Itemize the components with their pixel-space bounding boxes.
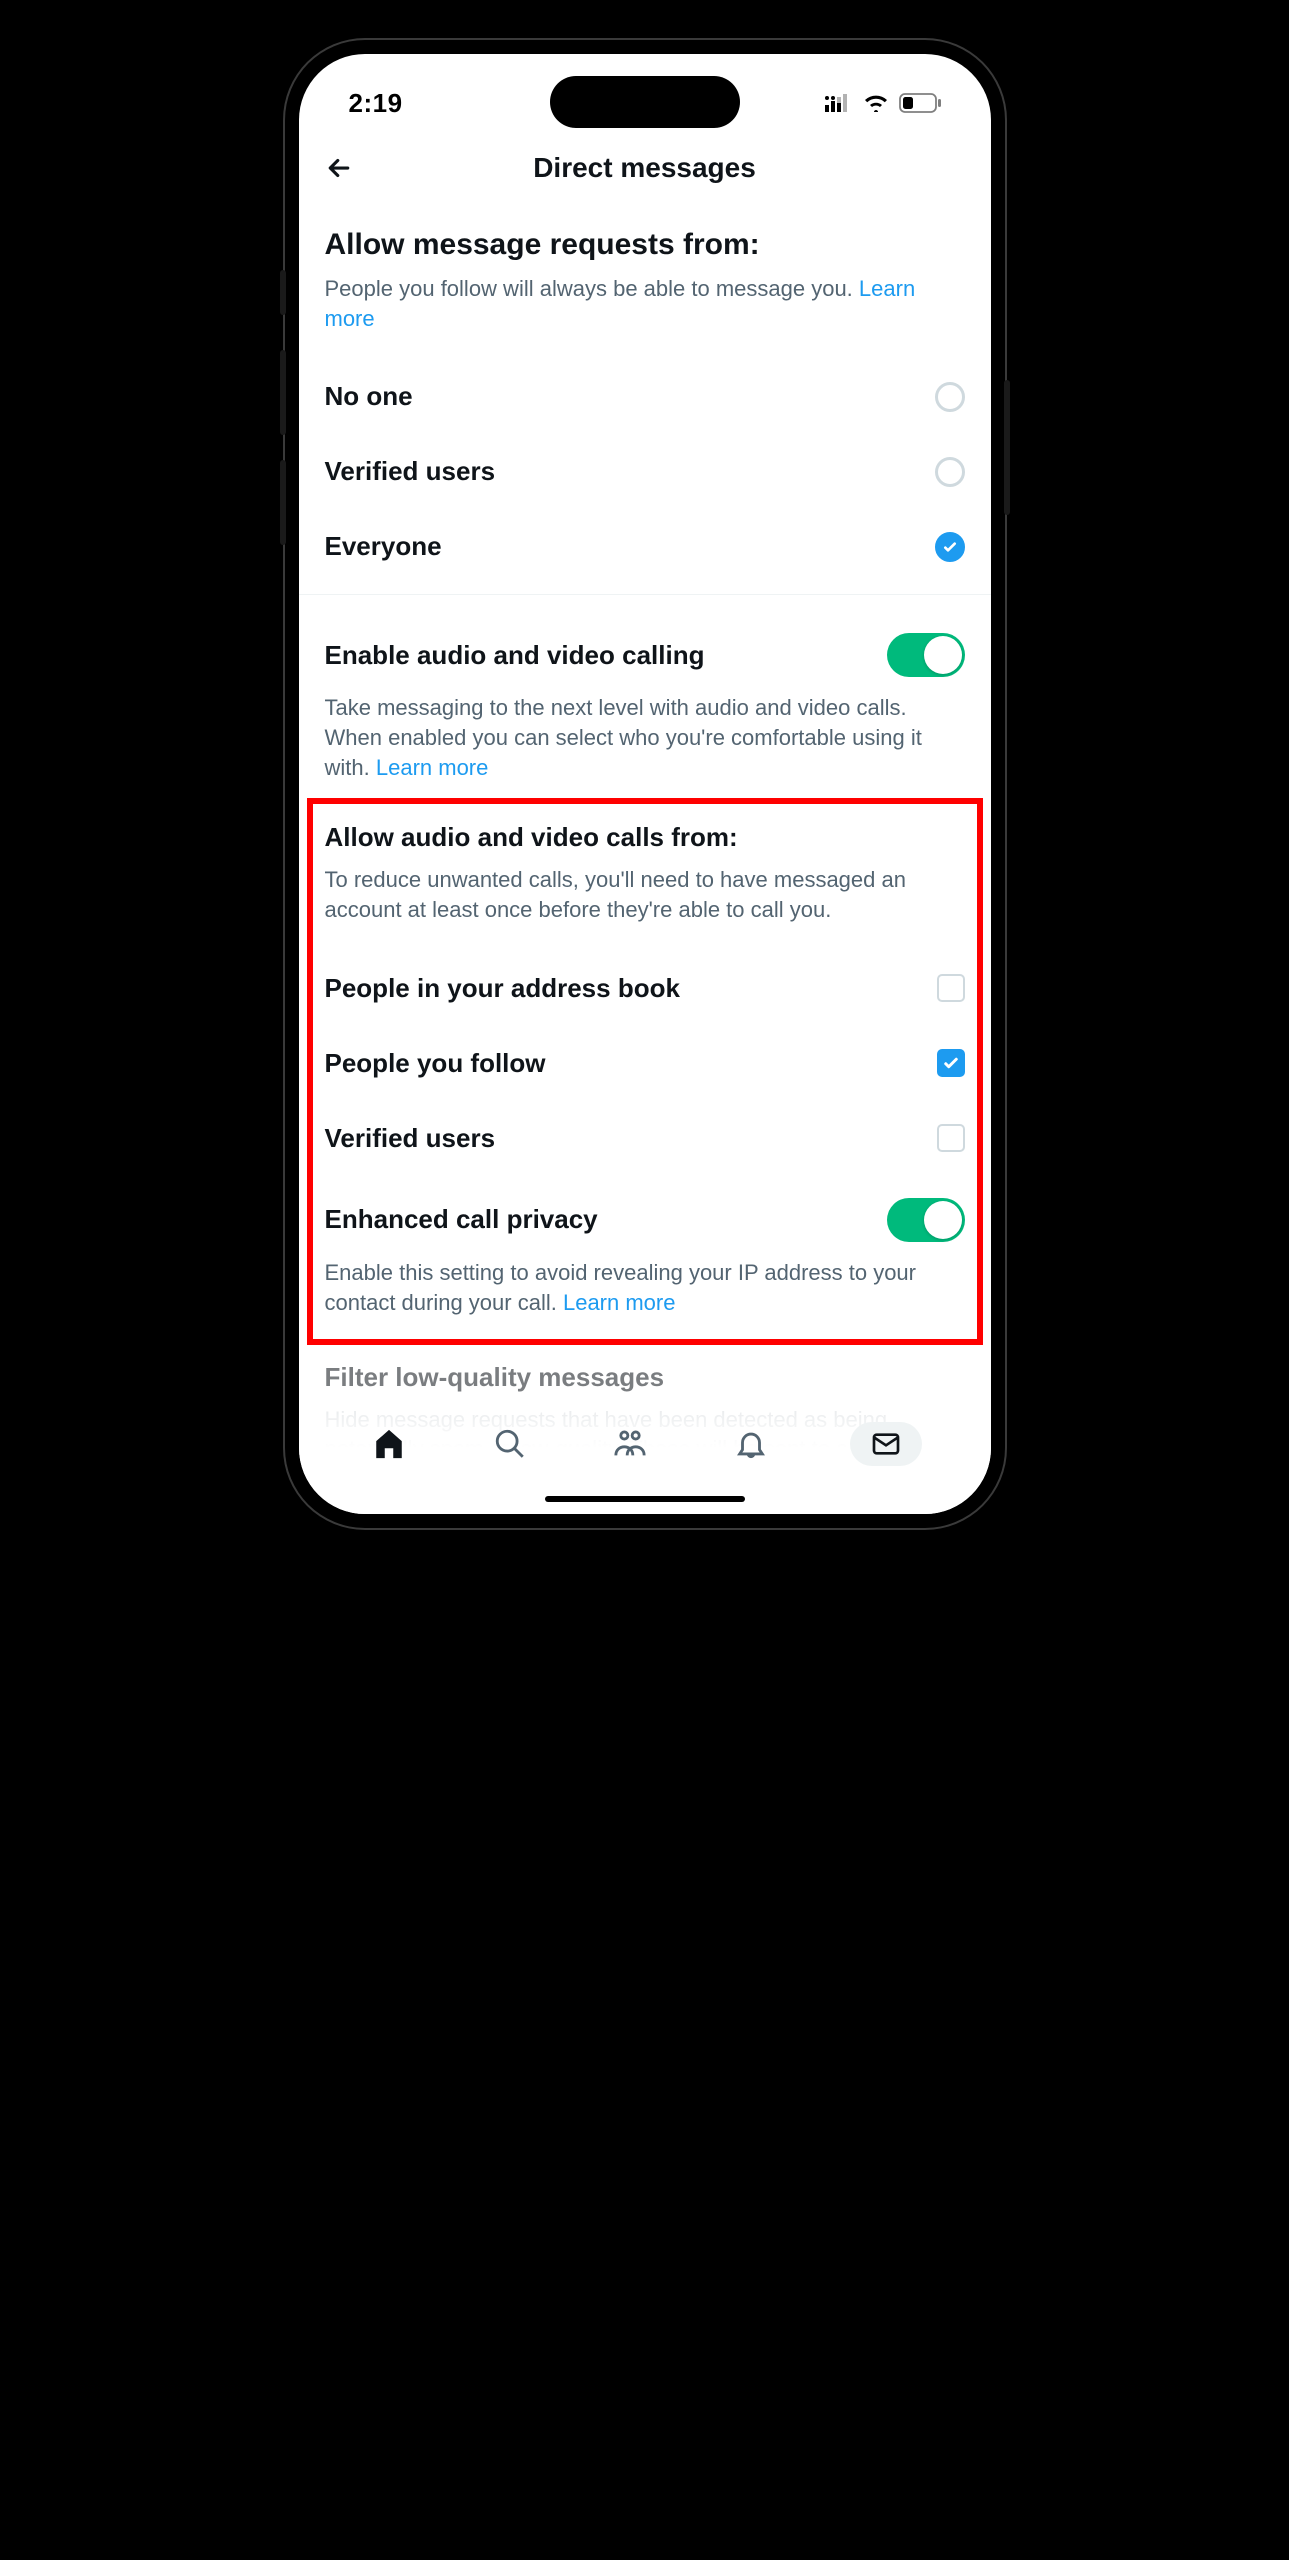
section-enable-calling: Enable audio and video calling Take mess… [299,594,991,782]
highlighted-calls-section: Allow audio and video calls from: To red… [307,798,983,1345]
arrow-left-icon [324,153,354,183]
checkbox-option-verified-users[interactable]: Verified users [325,1101,965,1176]
radio-icon [935,457,965,487]
section-allow-calls-title: Allow audio and video calls from: [325,822,965,853]
checkbox-icon [937,1124,965,1152]
content: Allow message requests from: People you … [299,228,991,1345]
check-icon [942,1054,960,1072]
side-button [1004,380,1010,515]
side-button [280,270,286,315]
home-icon [372,1427,406,1461]
checkbox-label: People in your address book [325,973,680,1004]
checkbox-option-people-you-follow[interactable]: People you follow [325,1026,965,1101]
section-allow-calls-subtitle: To reduce unwanted calls, you'll need to… [325,865,965,924]
side-button [280,350,286,435]
toggle-row-enhanced-privacy[interactable]: Enhanced call privacy [325,1176,965,1264]
side-button [280,460,286,545]
learn-more-link[interactable]: Learn more [376,755,489,780]
checkbox-icon [937,974,965,1002]
bell-icon [734,1427,768,1461]
back-button[interactable] [319,148,359,188]
toggle-switch[interactable] [887,1198,965,1242]
radio-group-requests: No one Verified users Everyone [325,359,965,584]
battery-icon [899,93,941,113]
section-allow-requests-title: Allow message requests from: [325,228,965,262]
toggle-label: Enable audio and video calling [325,640,705,671]
radio-option-everyone[interactable]: Everyone [325,509,965,584]
radio-icon [935,382,965,412]
page-title: Direct messages [533,152,756,184]
checkbox-icon-checked [937,1049,965,1077]
calling-description: Take messaging to the next level with au… [325,693,965,782]
checkbox-group-calls: People in your address book People you f… [325,951,965,1317]
tab-search[interactable] [488,1422,532,1466]
radio-option-no-one[interactable]: No one [325,359,965,434]
screen: 2:19 [299,54,991,1514]
tab-communities[interactable] [608,1422,652,1466]
tab-messages[interactable] [850,1422,922,1466]
people-icon [612,1427,648,1461]
status-icons [825,93,941,113]
radio-label: Everyone [325,531,442,562]
learn-more-link[interactable]: Learn more [563,1290,676,1315]
privacy-description: Enable this setting to avoid revealing y… [325,1258,965,1317]
nav-header: Direct messages [299,134,991,208]
toggle-switch[interactable] [887,633,965,677]
home-indicator[interactable] [545,1496,745,1502]
mail-icon [870,1428,902,1460]
radio-label: No one [325,381,413,412]
radio-icon-selected [935,532,965,562]
dynamic-island [550,76,740,128]
wifi-icon [863,94,889,112]
checkbox-label: People you follow [325,1048,546,1079]
checkbox-option-address-book[interactable]: People in your address book [325,951,965,1026]
check-icon [942,539,958,555]
section-allow-requests-subtitle: People you follow will always be able to… [325,274,965,333]
status-time: 2:19 [349,88,403,119]
subtitle-text: People you follow will always be able to… [325,276,859,301]
search-icon [493,1427,527,1461]
toggle-row-enable-calling[interactable]: Enable audio and video calling [325,633,965,699]
checkbox-label: Verified users [325,1123,496,1154]
radio-option-verified-users[interactable]: Verified users [325,434,965,509]
filter-title: Filter low-quality messages [325,1362,965,1393]
tab-home[interactable] [367,1422,411,1466]
phone-frame: 2:19 [285,40,1005,1528]
radio-label: Verified users [325,456,496,487]
toggle-label: Enhanced call privacy [325,1204,598,1235]
cellular-icon [825,94,853,112]
tab-notifications[interactable] [729,1422,773,1466]
